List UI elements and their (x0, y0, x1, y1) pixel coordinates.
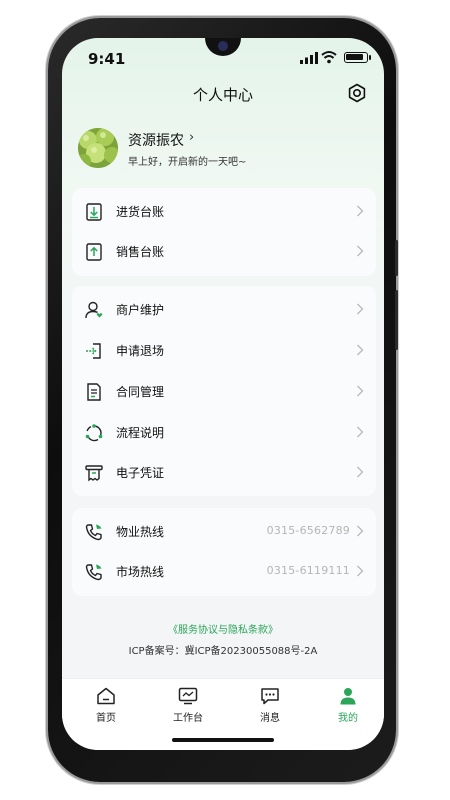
menu-item-contract[interactable]: 合同管理 (72, 372, 376, 412)
home-indicator (172, 738, 274, 742)
merchant-user-icon (85, 301, 103, 319)
tab-messages[interactable]: 消息 (240, 685, 300, 725)
chevron-right-icon (357, 303, 364, 315)
menu-item-sales-ledger[interactable]: 销售台账 (72, 232, 376, 272)
tab-label: 消息 (260, 713, 280, 724)
icp-record: ICP备案号：冀ICP备20230055088号-2A (128, 646, 318, 657)
avatar[interactable] (78, 128, 118, 168)
screen: 9:41 个人中心 资源振农 › 早上好，开启新的一天吧~ 进货台账 销售台账 … (62, 38, 384, 750)
page-title: 个人中心 (192, 86, 253, 104)
battery-icon (344, 52, 368, 63)
tab-label: 我的 (338, 713, 358, 724)
hotline-number[interactable]: 0315-6119111 (267, 564, 350, 577)
menu-item-label: 进货台账 (116, 205, 165, 219)
wifi-icon (321, 51, 337, 64)
hotline-market[interactable]: 市场热线 0315-6119111 (72, 552, 376, 592)
menu-item-label: 物业热线 (116, 525, 165, 539)
menu-item-process[interactable]: 流程说明 (72, 413, 376, 453)
receipt-icon (85, 465, 103, 482)
status-bar: 9:41 (62, 38, 384, 80)
contract-icon (87, 383, 101, 401)
tab-label: 首页 (96, 713, 116, 724)
chevron-right-icon (357, 426, 364, 438)
ledger-card: 进货台账 销售台账 (72, 188, 376, 276)
menu-item-label: 商户维护 (116, 303, 165, 317)
home-icon (97, 687, 115, 705)
chevron-right-icon (357, 344, 364, 356)
signal-icon (300, 52, 318, 64)
exit-icon (86, 343, 101, 359)
inbound-doc-icon (86, 203, 102, 221)
username[interactable]: 资源振农 (128, 130, 184, 150)
hotline-number[interactable]: 0315-6562789 (267, 524, 350, 537)
menu-item-label: 流程说明 (116, 426, 165, 440)
chevron-right-icon (357, 385, 364, 397)
message-icon (261, 688, 279, 705)
chevron-right-icon (357, 466, 364, 478)
agreement-link[interactable]: 《服务协议与隐私条款》 (62, 621, 384, 636)
menu-item-label: 申请退场 (116, 344, 165, 358)
menu-item-label: 合同管理 (116, 385, 165, 399)
chevron-right-icon (357, 565, 364, 577)
outbound-doc-icon (86, 243, 102, 261)
volume-button (395, 240, 398, 276)
settings-icon[interactable] (347, 83, 367, 103)
hotline-property[interactable]: 物业热线 0315-6562789 (72, 512, 376, 552)
tab-workbench[interactable]: 工作台 (158, 685, 218, 725)
menu-item-label: 销售台账 (116, 245, 165, 259)
menu-item-e-voucher[interactable]: 电子凭证 (72, 453, 376, 493)
profile-chevron-icon[interactable]: › (189, 130, 194, 145)
camera (215, 38, 231, 54)
chevron-right-icon (357, 525, 364, 537)
hotlines-card: 物业热线 0315-6562789 市场热线 0315-6119111 (72, 508, 376, 596)
menu-item-label: 市场热线 (116, 565, 165, 579)
menu-item-inbound-ledger[interactable]: 进货台账 (72, 192, 376, 232)
profile-icon (340, 688, 356, 705)
phone-icon (85, 564, 102, 581)
status-time: 9:41 (88, 50, 126, 68)
tab-home[interactable]: 首页 (76, 685, 136, 725)
menu-item-exit-application[interactable]: 申请退场 (72, 331, 376, 371)
workbench-icon (178, 687, 198, 705)
power-button (395, 290, 398, 350)
menu-item-merchant[interactable]: 商户维护 (72, 290, 376, 330)
chevron-right-icon (357, 245, 364, 257)
phone-icon (85, 524, 102, 541)
process-icon (85, 424, 103, 442)
chevron-right-icon (357, 205, 364, 217)
battery-tip (369, 55, 371, 60)
greeting-text: 早上好，开启新的一天吧~ (128, 157, 247, 168)
menu-item-label: 电子凭证 (116, 466, 165, 480)
services-card: 商户维护 申请退场 合同管理 流程说明 电子凭证 (72, 286, 376, 496)
tab-label: 工作台 (173, 713, 203, 724)
tab-profile[interactable]: 我的 (318, 685, 378, 725)
